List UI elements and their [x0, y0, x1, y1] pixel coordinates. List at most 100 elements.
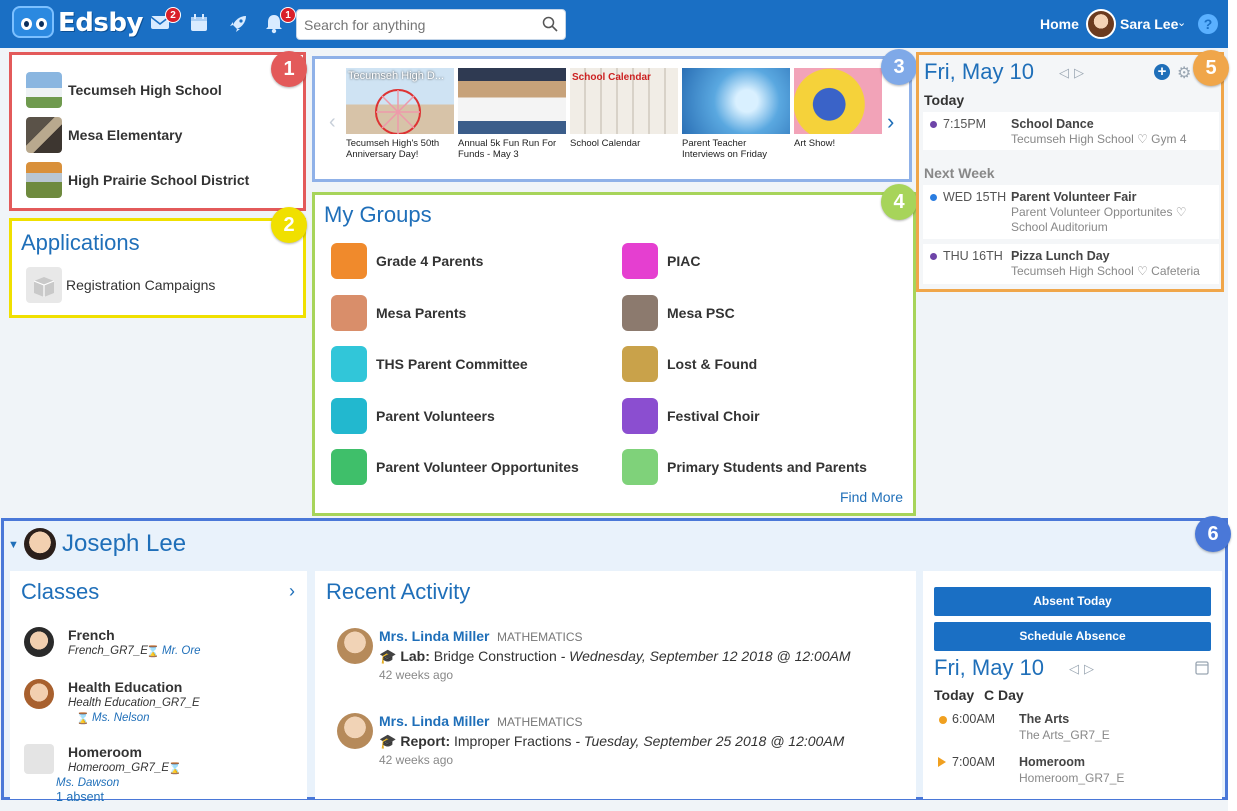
chevron-right-icon[interactable]: ›	[887, 109, 894, 135]
classes-title: Classes	[21, 579, 100, 604]
group-name: Primary Students and Parents	[667, 459, 867, 475]
group-icon	[331, 398, 367, 434]
class-code: French_GR7_E	[68, 645, 148, 657]
calendar-prev-icon[interactable]: ◁	[1059, 65, 1069, 81]
callout-number-3: 3	[881, 49, 917, 85]
class-code: Health Education_GR7_E	[68, 697, 200, 709]
activity-author[interactable]: Mrs. Linda Miller	[379, 628, 489, 644]
edsby-logo-text[interactable]: Edsby	[58, 8, 143, 38]
group-name: Lost & Found	[667, 356, 758, 372]
event-title: Parent Volunteer Fair	[1011, 190, 1137, 204]
class-name: Homeroom	[68, 744, 142, 760]
school-name: Mesa Elementary	[68, 127, 183, 143]
absence-count[interactable]: 1 absent	[56, 790, 104, 804]
calendar-icon[interactable]	[190, 14, 212, 34]
news-caption: Tecumseh High's 50th Anniversary Day!	[346, 138, 440, 160]
search-box[interactable]	[296, 9, 566, 40]
activity-text[interactable]: Bridge Construction	[434, 648, 557, 664]
graduation-cap-icon: 🎓	[379, 733, 397, 749]
today-label: Today	[924, 92, 965, 108]
school-logo-icon	[26, 117, 62, 153]
class-placeholder-icon	[24, 744, 54, 774]
event-dot	[930, 253, 937, 260]
search-icon[interactable]	[542, 16, 558, 32]
news-caption: Art Show!	[794, 138, 836, 149]
next-week-label: Next Week	[924, 165, 995, 181]
news-card[interactable]: Tecumseh High D... Tecumseh High's 50th …	[346, 68, 454, 160]
callout-number-2: 2	[271, 207, 307, 243]
schedule-next-icon[interactable]: ▷	[1084, 661, 1094, 677]
chevron-down-icon[interactable]: ⌄	[1177, 16, 1186, 29]
teacher-icon: ⌛	[168, 763, 182, 775]
activity-text[interactable]: Improper Fractions	[454, 733, 571, 749]
user-menu[interactable]: Sara Lee	[1120, 16, 1178, 32]
calendar-event[interactable]: THU 16TH Pizza Lunch Day Tecumseh High S…	[923, 244, 1219, 284]
news-caption: Parent Teacher Interviews on Friday	[682, 138, 768, 160]
period-title[interactable]: The Arts	[1019, 712, 1069, 726]
calendar-event[interactable]: WED 15TH Parent Volunteer Fair Parent Vo…	[923, 185, 1219, 239]
collapse-triangle-icon[interactable]: ▼	[8, 539, 19, 551]
application-item-registration[interactable]: Registration Campaigns	[66, 277, 215, 293]
activity-line: 🎓 Lab: Bridge Construction - Wednesday, …	[379, 648, 851, 665]
group-name: Mesa PSC	[667, 305, 735, 321]
group-icon	[331, 346, 367, 382]
news-card[interactable]: Parent Teacher Interviews on Friday	[682, 68, 790, 160]
group-icon	[622, 346, 658, 382]
group-icon	[331, 243, 367, 279]
group-icon	[331, 449, 367, 485]
class-teacher[interactable]: Ms. Dawson	[56, 777, 119, 789]
edsby-logo-icon[interactable]	[12, 6, 54, 38]
activity-subject: MATHEMATICS	[497, 715, 583, 729]
recent-activity-title: Recent Activity	[326, 579, 471, 604]
group-icon	[622, 243, 658, 279]
event-dot	[930, 194, 937, 201]
event-time: 7:15PM	[943, 117, 987, 131]
period-title[interactable]: Homeroom	[1019, 755, 1085, 769]
teacher-icon: ⌛	[146, 646, 160, 658]
event-time: THU 16TH	[943, 249, 1003, 263]
child-avatar	[24, 528, 56, 560]
logo-eye-left	[21, 18, 32, 30]
class-teacher[interactable]: Ms. Nelson	[92, 712, 150, 724]
search-input[interactable]	[297, 10, 537, 39]
absent-today-button[interactable]: Absent Today	[934, 587, 1211, 616]
gear-icon[interactable]: ⚙	[1177, 63, 1191, 83]
activity-item[interactable]: Mrs. Linda Miller MATHEMATICS 🎓 Report: …	[337, 713, 897, 773]
activity-item[interactable]: Mrs. Linda Miller MATHEMATICS 🎓 Lab: Bri…	[337, 628, 897, 688]
teacher-avatar	[337, 713, 373, 749]
schedule-absence-button[interactable]: Schedule Absence	[934, 622, 1211, 651]
activity-time: 42 weeks ago	[379, 668, 454, 682]
group-icon	[622, 449, 658, 485]
user-avatar[interactable]	[1086, 9, 1116, 39]
find-more-link[interactable]: Find More	[840, 489, 903, 505]
class-name: French	[68, 627, 115, 643]
mail-badge: 2	[165, 7, 181, 23]
class-teacher[interactable]: Mr. Ore	[162, 645, 201, 657]
period-code: Homeroom_GR7_E	[1019, 771, 1125, 785]
teacher-avatar	[337, 628, 373, 664]
schedule-prev-icon[interactable]: ◁	[1069, 661, 1079, 677]
school-name: Tecumseh High School	[68, 82, 222, 98]
activity-author[interactable]: Mrs. Linda Miller	[379, 713, 489, 729]
help-icon[interactable]: ?	[1198, 14, 1218, 34]
group-name: THS Parent Committee	[376, 356, 528, 372]
calendar-icon[interactable]	[1195, 659, 1209, 678]
rocket-icon[interactable]	[228, 14, 250, 34]
news-card[interactable]: School Calendar School Calendar	[570, 68, 678, 149]
attendance-panel: Absent Today Schedule Absence Fri, May 1…	[923, 571, 1222, 799]
notifications-bell-icon[interactable]: 1	[265, 7, 296, 34]
chevron-left-icon[interactable]: ‹	[329, 111, 336, 134]
home-link[interactable]: Home	[1040, 16, 1079, 32]
news-card[interactable]: Annual 5k Fun Run For Funds - May 3	[458, 68, 566, 160]
group-icon	[622, 295, 658, 331]
add-event-icon[interactable]: +	[1154, 64, 1170, 80]
calendar-panel: Fri, May 10 ◁ ▷ + ⚙ Today 7:15PM School …	[916, 52, 1224, 292]
chevron-right-icon[interactable]: ›	[289, 581, 295, 602]
period-dot	[939, 716, 947, 724]
mail-icon[interactable]: 2	[150, 7, 181, 34]
news-card[interactable]: Art Show!	[794, 68, 882, 149]
calendar-next-icon[interactable]: ▷	[1074, 65, 1084, 81]
calendar-event[interactable]: 7:15PM School Dance Tecumseh High School…	[923, 112, 1219, 150]
child-name[interactable]: Joseph Lee	[62, 530, 186, 558]
classes-panel: Classes › French French_GR7_E ⌛ Mr. Ore …	[10, 571, 307, 804]
